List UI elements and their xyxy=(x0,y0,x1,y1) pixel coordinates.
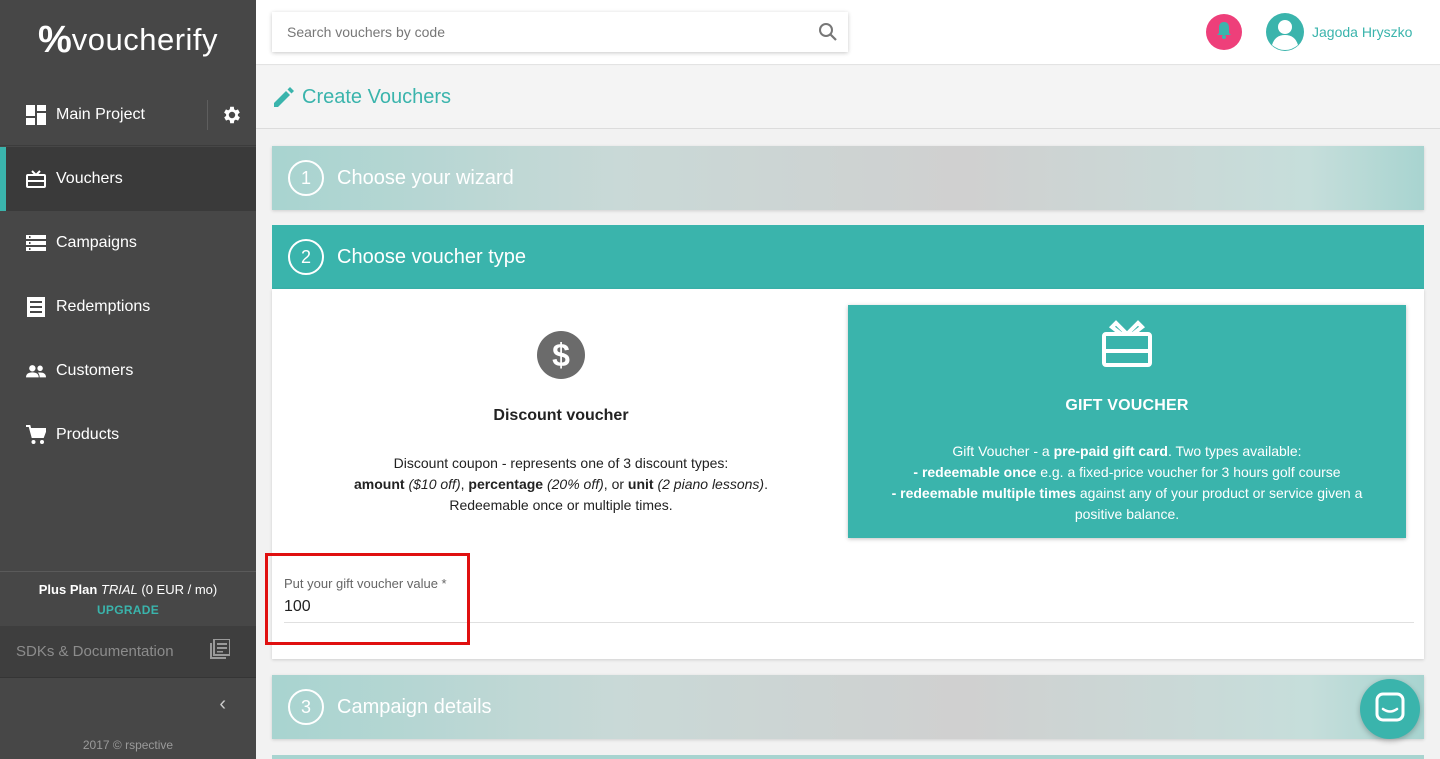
user-name: Jagoda Hryszko xyxy=(1312,24,1413,40)
amount-example: ($10 off) xyxy=(408,476,461,492)
logo-text: voucherify xyxy=(71,22,219,57)
sidebar-item-products[interactable]: Products xyxy=(0,403,256,467)
period: . xyxy=(764,476,768,492)
pencil-icon xyxy=(274,87,294,107)
sdk-docs-link[interactable]: SDKs & Documentation xyxy=(0,626,256,678)
step-1-header[interactable]: 1 Choose your wizard xyxy=(272,146,1424,210)
copyright: 2017 © rspective xyxy=(82,738,174,752)
svg-text:$: $ xyxy=(552,337,570,373)
sidebar-item-campaigns[interactable]: Campaigns xyxy=(0,211,256,275)
chevron-left-icon: ‹ xyxy=(219,692,226,715)
project-label: Main Project xyxy=(56,105,145,123)
step-2-body: $ Discount voucher Discount coupon - rep… xyxy=(272,289,1424,659)
gift-multi-rest: against any of your product or service g… xyxy=(1074,485,1363,522)
gift-intro-bold: pre-paid gift card xyxy=(1053,443,1168,459)
notifications-button[interactable] xyxy=(1206,14,1242,50)
percentage-example: (20% off) xyxy=(546,476,604,492)
gift-value-input[interactable] xyxy=(284,598,1414,623)
sdk-docs-label: SDKs & Documentation xyxy=(16,643,174,660)
amount-label: amount xyxy=(354,476,405,492)
sidebar-item-vouchers[interactable]: Vouchers xyxy=(0,147,256,211)
gift-card-icon xyxy=(26,169,46,189)
cart-icon xyxy=(26,425,46,445)
sidebar-item-label: Customers xyxy=(56,362,134,379)
receipt-icon xyxy=(26,297,46,317)
step-title: Campaign details xyxy=(337,695,492,718)
dollar-icon: $ xyxy=(536,330,586,380)
sidebar-item-customers[interactable]: Customers xyxy=(0,339,256,403)
gift-card-icon xyxy=(1101,320,1153,368)
step-title: Choose your wizard xyxy=(337,166,514,189)
page-title: Create Vouchers xyxy=(302,85,451,108)
gift-once-rest: e.g. a fixed-price voucher for 3 hours g… xyxy=(1036,464,1341,480)
step-3-header[interactable]: 3 Campaign details xyxy=(272,675,1424,739)
plan-line: Plus Plan TRIAL (0 EUR / mo) xyxy=(0,582,256,597)
gift-title: GIFT VOUCHER xyxy=(1065,397,1189,414)
separator: , or xyxy=(603,476,628,492)
gift-intro-prefix: Gift Voucher - a xyxy=(952,443,1054,459)
plan-trial: TRIAL xyxy=(100,582,138,597)
plan-info: Plus Plan TRIAL (0 EUR / mo) UPGRADE xyxy=(0,571,256,625)
sidebar: % voucherify Main Project Vouchers Campa… xyxy=(0,0,256,759)
plan-name: Plus Plan xyxy=(38,582,98,597)
top-bar: Jagoda Hryszko xyxy=(256,0,1440,65)
search-box xyxy=(272,12,848,52)
gift-multi-bold: - redeemable multiple times xyxy=(891,485,1076,501)
gift-intro-suffix: . Two types available: xyxy=(1167,443,1302,459)
step-2-header[interactable]: 2 Choose voucher type xyxy=(272,225,1424,289)
page-header: Create Vouchers xyxy=(256,66,1440,129)
step-number: 1 xyxy=(288,160,324,196)
list-icon xyxy=(26,233,46,253)
next-step-header-edge xyxy=(272,755,1424,759)
gift-once-bold: - redeemable once xyxy=(913,464,1037,480)
step-number: 3 xyxy=(288,689,324,725)
discount-voucher-card[interactable]: $ Discount voucher Discount coupon - rep… xyxy=(288,305,834,537)
discount-line-2: amount ($10 off), percentage (20% off), … xyxy=(288,474,834,495)
sidebar-item-label: Vouchers xyxy=(56,170,123,187)
sidebar-item-label: Campaigns xyxy=(56,234,137,251)
library-books-icon xyxy=(210,638,231,664)
gift-intro: Gift Voucher - a pre-paid gift card. Two… xyxy=(868,441,1386,462)
sidebar-item-redemptions[interactable]: Redemptions xyxy=(0,275,256,339)
dashboard-icon xyxy=(26,104,46,125)
discount-line-3: Redeemable once or multiple times. xyxy=(449,497,673,513)
collapse-sidebar-button[interactable]: ‹ xyxy=(0,679,256,729)
sidebar-item-label: Redemptions xyxy=(56,298,151,315)
discount-description: Discount coupon - represents one of 3 di… xyxy=(288,453,834,516)
discount-line-1: Discount coupon - represents one of 3 di… xyxy=(393,455,729,471)
logo[interactable]: % voucherify xyxy=(0,0,256,80)
avatar xyxy=(1266,13,1304,51)
people-icon xyxy=(26,361,46,381)
project-selector[interactable]: Main Project xyxy=(0,84,256,146)
chat-launcher-button[interactable] xyxy=(1360,679,1420,739)
step-title: Choose voucher type xyxy=(337,245,527,268)
sidebar-nav: Vouchers Campaigns Redemptions Customers… xyxy=(0,147,256,467)
user-menu[interactable]: Jagoda Hryszko xyxy=(1266,13,1412,51)
logo-mark: % xyxy=(37,18,72,61)
chat-icon xyxy=(1375,692,1405,727)
unit-example: (2 piano lessons) xyxy=(657,476,765,492)
gift-description: Gift Voucher - a pre-paid gift card. Two… xyxy=(848,441,1406,525)
gear-icon[interactable] xyxy=(208,104,256,126)
gift-voucher-card[interactable]: GIFT VOUCHER Gift Voucher - a pre-paid g… xyxy=(848,305,1406,538)
plan-price: (0 EUR / mo) xyxy=(141,582,218,597)
percentage-label: percentage xyxy=(468,476,544,492)
gift-value-label: Put your gift voucher value * xyxy=(284,576,447,591)
unit-label: unit xyxy=(627,476,654,492)
search-icon[interactable] xyxy=(808,22,848,42)
sidebar-item-label: Products xyxy=(56,426,120,443)
gift-once: - redeemable once e.g. a fixed-price vou… xyxy=(868,462,1386,483)
discount-title: Discount voucher xyxy=(493,407,629,424)
gift-multi: - redeemable multiple times against any … xyxy=(868,483,1386,525)
bell-icon xyxy=(1216,21,1232,44)
step-number: 2 xyxy=(288,239,324,275)
search-input[interactable] xyxy=(272,12,808,52)
gift-value-field: Put your gift voucher value * xyxy=(284,576,1414,626)
upgrade-link[interactable]: UPGRADE xyxy=(0,603,256,617)
